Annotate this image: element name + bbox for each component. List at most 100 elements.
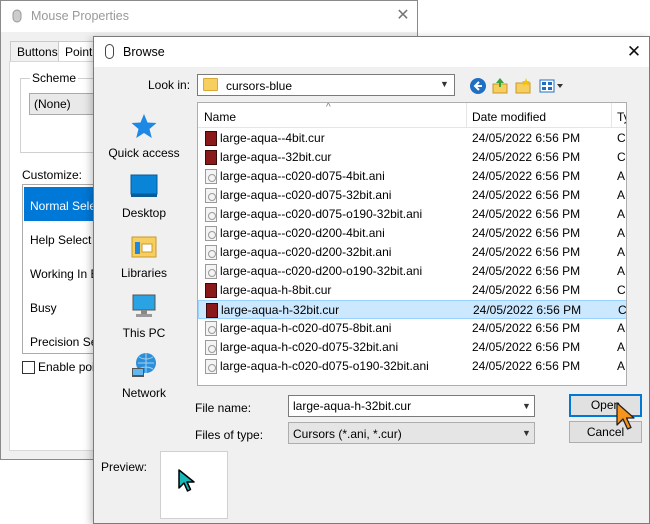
file-name: large-aqua--4bit.cur xyxy=(220,131,325,145)
column-header-row: ^ Name Date modified Ty xyxy=(198,102,626,128)
file-date: 24/05/2022 6:56 PM xyxy=(472,245,581,259)
computer-icon xyxy=(132,294,156,317)
file-name-label: File name: xyxy=(195,401,252,415)
chevron-down-icon[interactable]: ▼ xyxy=(522,428,531,438)
sort-up-icon: ^ xyxy=(326,102,331,113)
file-name: large-aqua-h-c020-d075-8bit.ani xyxy=(220,321,392,335)
file-name: large-aqua--c020-d200-o190-32bit.ani xyxy=(220,264,423,278)
place-this-pc[interactable]: This PC xyxy=(94,292,194,342)
column-type[interactable]: Ty xyxy=(617,110,626,124)
cursor-item-working[interactable]: Working In Ba xyxy=(24,255,101,289)
animated-cursor-file-icon xyxy=(205,340,217,355)
file-name: large-aqua--c020-d200-4bit.ani xyxy=(220,226,385,240)
file-row[interactable]: large-aqua-h-c020-d075-8bit.ani 24/05/202… xyxy=(198,319,626,338)
file-name: large-aqua-h-32bit.cur xyxy=(221,303,340,317)
cursor-list[interactable]: Normal Select Help Select Working In Ba … xyxy=(22,184,102,354)
file-row[interactable]: large-aqua--c020-d200-4bit.ani 24/05/2022… xyxy=(198,224,626,243)
file-row[interactable]: large-aqua-h-c020-d075-o190-32bit.ani 24/… xyxy=(198,357,626,376)
file-date: 24/05/2022 6:56 PM xyxy=(473,303,582,317)
libraries-icon xyxy=(131,236,157,258)
place-quick-access[interactable]: Quick access xyxy=(94,112,194,162)
desktop-icon xyxy=(130,174,158,197)
animated-cursor-file-icon xyxy=(205,245,217,260)
place-network[interactable]: Network xyxy=(94,352,194,402)
cursor-file-icon xyxy=(206,303,218,318)
mouse-window-title: Mouse Properties xyxy=(31,9,129,23)
file-row[interactable]: large-aqua-h-8bit.cur 24/05/2022 6:56 PM C… xyxy=(198,281,626,300)
star-icon xyxy=(131,114,157,138)
column-separator[interactable] xyxy=(466,103,467,128)
file-name: large-aqua-h-c020-d075-o190-32bit.ani xyxy=(220,359,429,373)
file-name: large-aqua--c020-d200-32bit.ani xyxy=(220,245,392,259)
file-type: AN xyxy=(617,340,626,354)
cursor-item-normal-select[interactable]: Normal Select xyxy=(24,187,101,221)
file-row[interactable]: large-aqua--c020-d075-o190-32bit.ani 24/0… xyxy=(198,205,626,224)
files-of-type-label: Files of type: xyxy=(195,428,264,442)
scheme-label: Scheme xyxy=(30,71,79,85)
file-list[interactable]: ^ Name Date modified Ty large-aqua--4bit… xyxy=(197,102,627,386)
tab-buttons[interactable]: Buttons xyxy=(10,41,65,63)
cursor-file-icon xyxy=(205,283,217,298)
file-type: CU xyxy=(617,150,626,164)
view-menu-icon[interactable] xyxy=(539,77,565,95)
place-libraries[interactable]: Libraries xyxy=(94,232,194,282)
column-name[interactable]: Name xyxy=(204,110,236,124)
file-name: large-aqua--c020-d075-32bit.ani xyxy=(220,188,392,202)
file-row[interactable]: large-aqua--c020-d200-32bit.ani 24/05/202… xyxy=(198,243,626,262)
file-type: AN xyxy=(617,321,626,335)
customize-label: Customize: xyxy=(22,168,83,182)
animated-cursor-file-icon xyxy=(205,226,217,241)
file-type: AN xyxy=(617,245,626,259)
preview-box xyxy=(160,451,228,519)
file-type: AN xyxy=(617,359,626,373)
files-of-type-select[interactable]: Cursors (*.ani, *.cur) xyxy=(288,422,535,444)
file-date: 24/05/2022 6:56 PM xyxy=(472,359,581,373)
look-in-label: Look in: xyxy=(148,78,191,92)
cursor-item-help-select[interactable]: Help Select xyxy=(24,221,101,255)
file-row[interactable]: large-aqua--32bit.cur 24/05/2022 6:56 PM C… xyxy=(198,148,626,167)
file-date: 24/05/2022 6:56 PM xyxy=(472,169,581,183)
file-date: 24/05/2022 6:56 PM xyxy=(472,340,581,354)
browse-titlebar: Browse ✕ xyxy=(94,37,649,67)
up-folder-icon[interactable] xyxy=(491,77,509,95)
browse-dialog: Browse ✕ Look in: cursors-blue ▼ Quick a… xyxy=(93,36,650,524)
file-name: large-aqua-h-8bit.cur xyxy=(220,283,332,297)
close-icon[interactable]: ✕ xyxy=(626,42,642,62)
place-label-quick-access: Quick access xyxy=(108,146,180,160)
preview-label: Preview: xyxy=(101,460,148,474)
look-in-combo[interactable]: cursors-blue ▼ xyxy=(197,74,455,96)
mouse-pointer-icon xyxy=(616,402,635,430)
file-date: 24/05/2022 6:56 PM xyxy=(472,188,581,202)
chevron-down-icon[interactable]: ▼ xyxy=(522,401,531,411)
file-type: CU xyxy=(617,283,626,297)
place-desktop[interactable]: Desktop xyxy=(94,172,194,222)
enable-pointer-label: Enable poin xyxy=(38,360,102,374)
file-date: 24/05/2022 6:56 PM xyxy=(472,207,581,221)
file-row[interactable]: large-aqua--c020-d075-4bit.ani 24/05/2022… xyxy=(198,167,626,186)
network-icon xyxy=(132,353,156,377)
column-date-modified[interactable]: Date modified xyxy=(472,110,546,124)
animated-cursor-file-icon xyxy=(205,169,217,184)
file-row[interactable]: large-aqua--c020-d200-o190-32bit.ani 24/0… xyxy=(198,262,626,281)
file-date: 24/05/2022 6:56 PM xyxy=(472,321,581,335)
cursor-item-busy[interactable]: Busy xyxy=(24,289,101,323)
file-type: AN xyxy=(617,226,626,240)
file-type: AN xyxy=(617,169,626,183)
file-row[interactable]: large-aqua-h-c020-d075-32bit.ani 24/05/20… xyxy=(198,338,626,357)
folder-icon xyxy=(203,78,218,91)
back-icon[interactable] xyxy=(469,77,487,95)
file-name-input[interactable] xyxy=(288,395,535,417)
file-type: AN xyxy=(617,264,626,278)
cursor-item-precision[interactable]: Precision Sele xyxy=(24,323,101,353)
new-folder-icon[interactable] xyxy=(514,77,532,95)
enable-pointer-checkbox[interactable] xyxy=(22,361,35,374)
animated-cursor-file-icon xyxy=(205,264,217,279)
file-row[interactable]: large-aqua--c020-d075-32bit.ani 24/05/202… xyxy=(198,186,626,205)
mouse-titlebar: Mouse Properties ✕ xyxy=(1,1,417,32)
mouse-app-icon xyxy=(12,9,22,23)
file-row[interactable]: large-aqua-h-32bit.cur 24/05/2022 6:56 PM… xyxy=(198,300,626,319)
mouse-close-icon[interactable]: ✕ xyxy=(395,7,411,25)
column-separator[interactable] xyxy=(611,103,612,128)
browse-title: Browse xyxy=(123,45,165,59)
file-row[interactable]: large-aqua--4bit.cur 24/05/2022 6:56 PM CU xyxy=(198,129,626,148)
